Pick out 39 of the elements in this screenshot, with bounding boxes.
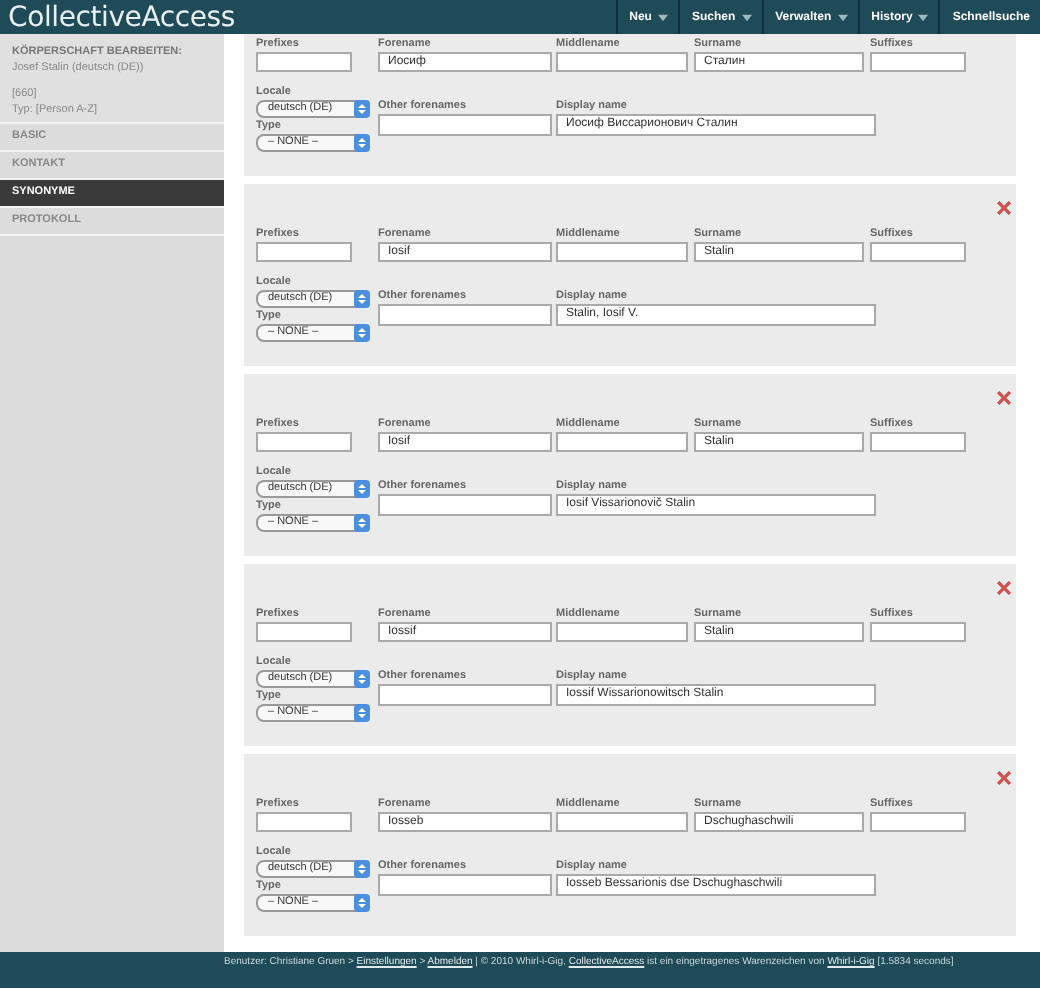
input-field[interactable]: [556, 242, 688, 262]
stepper-icon: [354, 514, 370, 532]
input-field[interactable]: [870, 242, 966, 262]
input-field[interactable]: [378, 874, 552, 896]
caret-icon: [837, 13, 848, 21]
input-field[interactable]: [378, 494, 552, 516]
stepper-icon: [354, 100, 370, 118]
stepper-icon: [354, 290, 370, 308]
delete-icon[interactable]: [996, 200, 1012, 216]
input-field[interactable]: [256, 52, 352, 72]
input-field[interactable]: [556, 622, 688, 642]
input-field[interactable]: [556, 52, 688, 72]
caret-icon: [918, 13, 929, 21]
input-field[interactable]: [870, 52, 966, 72]
input-field[interactable]: [556, 812, 688, 832]
input-field[interactable]: [870, 812, 966, 832]
stepper-icon: [354, 860, 370, 878]
stepper-icon: [354, 480, 370, 498]
delete-icon[interactable]: [996, 390, 1012, 406]
stepper-icon: [354, 704, 370, 722]
input-field[interactable]: [378, 684, 552, 706]
delete-icon[interactable]: [996, 770, 1012, 786]
input-field[interactable]: [870, 622, 966, 642]
input-field[interactable]: [870, 432, 966, 452]
input-field[interactable]: [256, 622, 352, 642]
input-field[interactable]: [256, 432, 352, 452]
stepper-icon: [354, 670, 370, 688]
delete-icon[interactable]: [996, 580, 1012, 596]
input-field[interactable]: [256, 242, 352, 262]
caret-icon: [741, 13, 752, 21]
input-field[interactable]: [378, 114, 552, 136]
stepper-icon: [354, 324, 370, 342]
input-field[interactable]: [556, 432, 688, 452]
input-field[interactable]: [378, 304, 552, 326]
stepper-icon: [354, 894, 370, 912]
caret-icon: [657, 13, 668, 21]
logo[interactable]: CollectiveAccess: [0, 1, 235, 33]
stepper-icon: [354, 134, 370, 152]
input-field[interactable]: [256, 812, 352, 832]
